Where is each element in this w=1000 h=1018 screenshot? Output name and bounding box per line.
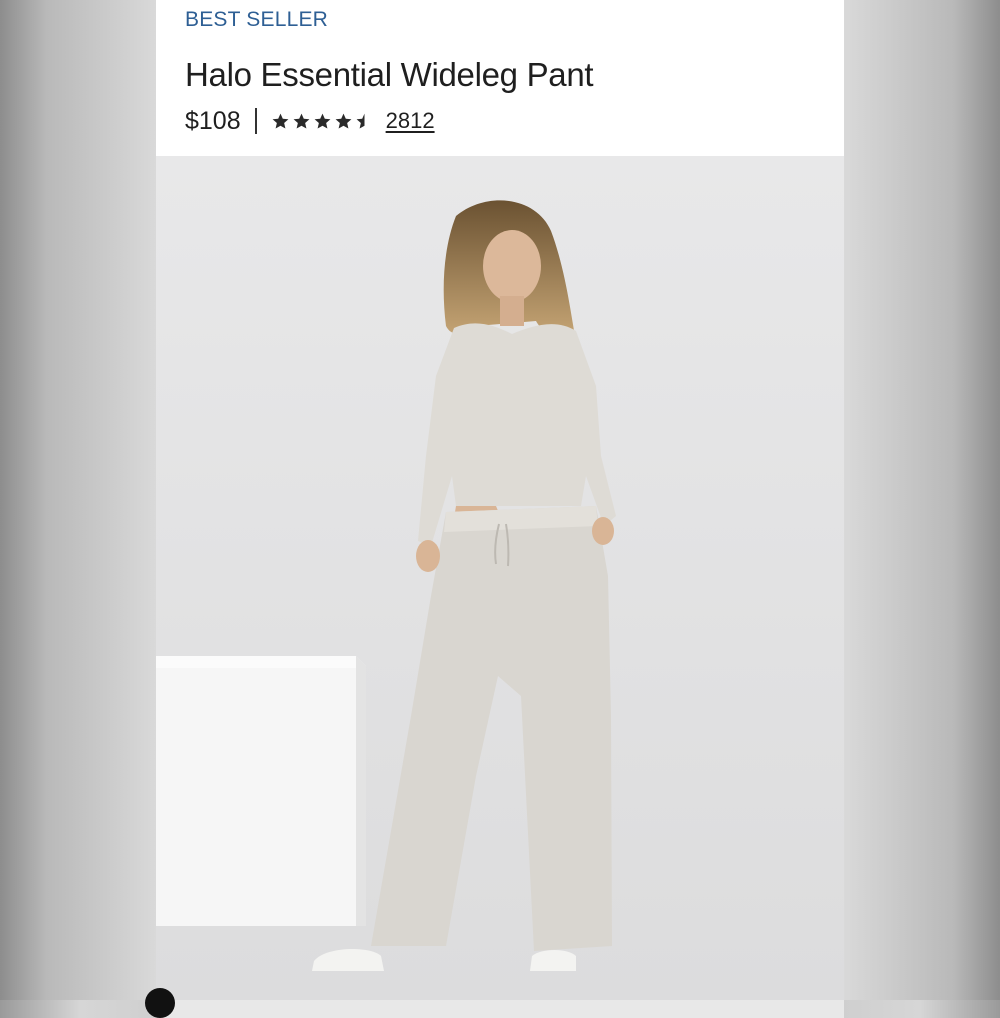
product-price: $108	[185, 106, 241, 135]
scroll-indicator-icon[interactable]	[145, 988, 175, 1018]
model-illustration	[156, 156, 844, 1000]
price-rating-row: $108 2812	[185, 104, 435, 138]
product-card: BEST SELLER Halo Essential Wideleg Pant …	[156, 0, 844, 1000]
right-backdrop	[844, 0, 1000, 1000]
product-header: BEST SELLER Halo Essential Wideleg Pant …	[156, 0, 844, 156]
star-icon	[293, 113, 310, 129]
star-icon	[314, 113, 331, 129]
white-cube	[156, 656, 366, 926]
star-icon	[272, 113, 289, 129]
price-divider	[254, 108, 257, 134]
rating-stars[interactable]	[271, 112, 374, 131]
half-star-icon	[356, 113, 365, 129]
review-count-link[interactable]: 2812	[386, 108, 435, 134]
left-backdrop	[0, 0, 156, 1000]
product-photo[interactable]	[156, 156, 844, 1000]
product-title: Halo Essential Wideleg Pant	[185, 56, 594, 93]
star-icon	[335, 113, 352, 129]
best-seller-badge: BEST SELLER	[185, 8, 329, 31]
